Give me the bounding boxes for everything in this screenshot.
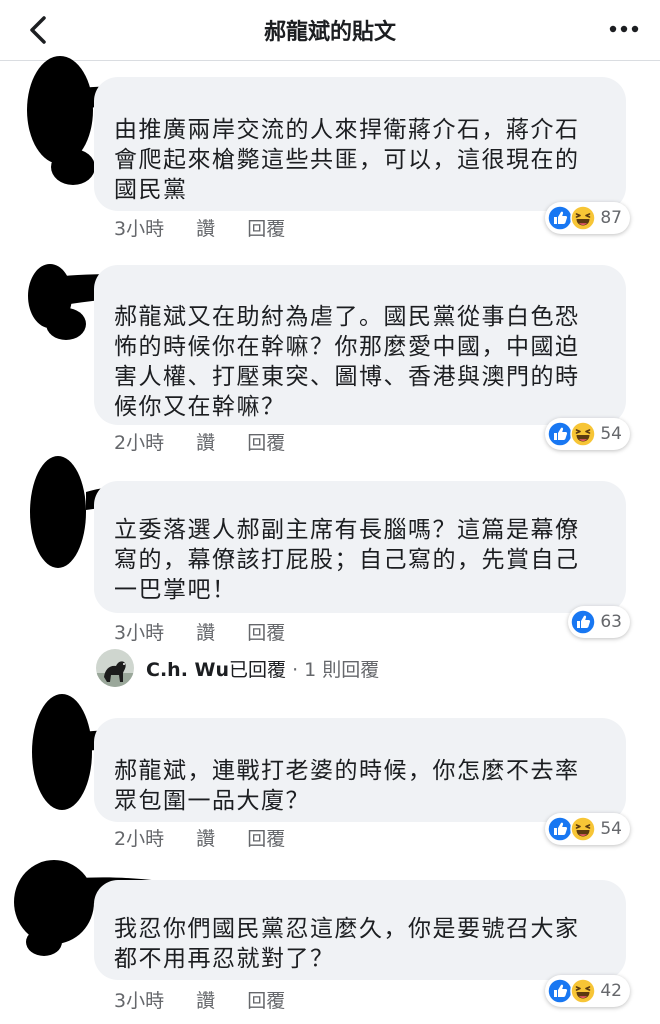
page-title: 郝龍斌的貼文 [263, 20, 396, 45]
reaction-count: 63 [600, 612, 622, 632]
reply-count[interactable]: 1 則回覆 [304, 659, 379, 681]
reaction-summary[interactable]: 42 [545, 975, 630, 1007]
reaction-summary[interactable]: 54 [545, 813, 630, 845]
haha-reaction-icon [570, 205, 596, 231]
reaction-summary[interactable]: 54 [545, 418, 630, 450]
comment-text: 郝龍斌，連戰打老婆的時候，你怎麼不去率 眾包圍一品大廈？ [114, 758, 580, 814]
more-options-button[interactable] [606, 14, 642, 44]
reply-link[interactable]: 回覆 [247, 622, 285, 644]
reply-author-name[interactable]: C.h. Wu [146, 659, 229, 681]
haha-reaction-icon [570, 816, 596, 842]
dog-avatar-icon [96, 649, 134, 687]
like-link[interactable]: 讚 [196, 622, 215, 644]
reaction-count: 54 [600, 424, 622, 444]
comment-timestamp: 3小時 [114, 990, 165, 1012]
like-reaction-icon [570, 609, 596, 635]
like-link[interactable]: 讚 [196, 828, 215, 850]
comment-text: 郝龍斌又在助紂為虐了。國民黨從事白色恐 怖的時候你在幹嘛？你那麼愛中國，中國迫 … [114, 304, 580, 420]
reaction-summary[interactable]: 63 [568, 606, 630, 638]
haha-reaction-icon [570, 421, 596, 447]
comment-bubble: 立委落選人郝副主席有長腦嗎？這篇是幕僚 寫的，幕僚該打屁股；自己寫的，先賞自己 … [94, 481, 626, 613]
reply-separator: · [286, 658, 305, 681]
reply-link[interactable]: 回覆 [247, 990, 285, 1012]
comment-bubble: 我忍你們國民黨忍這麼久，你是要號召大家 都不用再忍就對了？ [94, 880, 626, 980]
comment-bubble: 郝龍斌又在助紂為虐了。國民黨從事白色恐 怖的時候你在幹嘛？你那麼愛中國，中國迫 … [94, 265, 626, 425]
comment-timestamp: 2小時 [114, 828, 165, 850]
comment-text: 我忍你們國民黨忍這麼久，你是要號召大家 都不用再忍就對了？ [114, 916, 580, 972]
comment-actions: 3小時 讚 回覆 [114, 986, 311, 1013]
comment-bubble: 由推廣兩岸交流的人來捍衛蔣介石，蔣介石 會爬起來槍斃這些共匪，可以，這很現在的 … [94, 77, 626, 211]
haha-reaction-icon [570, 978, 596, 1004]
reply-link[interactable]: 回覆 [247, 432, 285, 454]
reply-summary[interactable]: C.h. Wu已回覆 · 1 則回覆 [96, 648, 379, 688]
reaction-count: 42 [600, 981, 622, 1001]
reply-avatar [96, 649, 134, 687]
comment-text: 由推廣兩岸交流的人來捍衛蔣介石，蔣介石 會爬起來槍斃這些共匪，可以，這很現在的 … [114, 117, 580, 203]
comment-timestamp: 3小時 [114, 218, 165, 240]
comment-timestamp: 3小時 [114, 622, 165, 644]
reply-action: 已回覆 [229, 658, 287, 681]
comment-actions: 2小時 讚 回覆 [114, 824, 311, 851]
reaction-count: 87 [600, 208, 622, 228]
reply-link[interactable]: 回覆 [247, 828, 285, 850]
comment-actions: 3小時 讚 回覆 [114, 214, 311, 241]
like-link[interactable]: 讚 [196, 218, 215, 240]
reaction-count: 54 [600, 819, 622, 839]
reply-summary-text[interactable]: C.h. Wu已回覆 · 1 則回覆 [146, 655, 379, 682]
reply-link[interactable]: 回覆 [247, 218, 285, 240]
like-link[interactable]: 讚 [196, 990, 215, 1012]
reaction-summary[interactable]: 87 [545, 202, 630, 234]
more-dots-icon [609, 25, 639, 33]
comment-bubble: 郝龍斌，連戰打老婆的時候，你怎麼不去率 眾包圍一品大廈？ [94, 718, 626, 822]
comment-actions: 3小時 讚 回覆 [114, 618, 311, 645]
comment-text: 立委落選人郝副主席有長腦嗎？這篇是幕僚 寫的，幕僚該打屁股；自己寫的，先賞自己 … [114, 517, 580, 603]
